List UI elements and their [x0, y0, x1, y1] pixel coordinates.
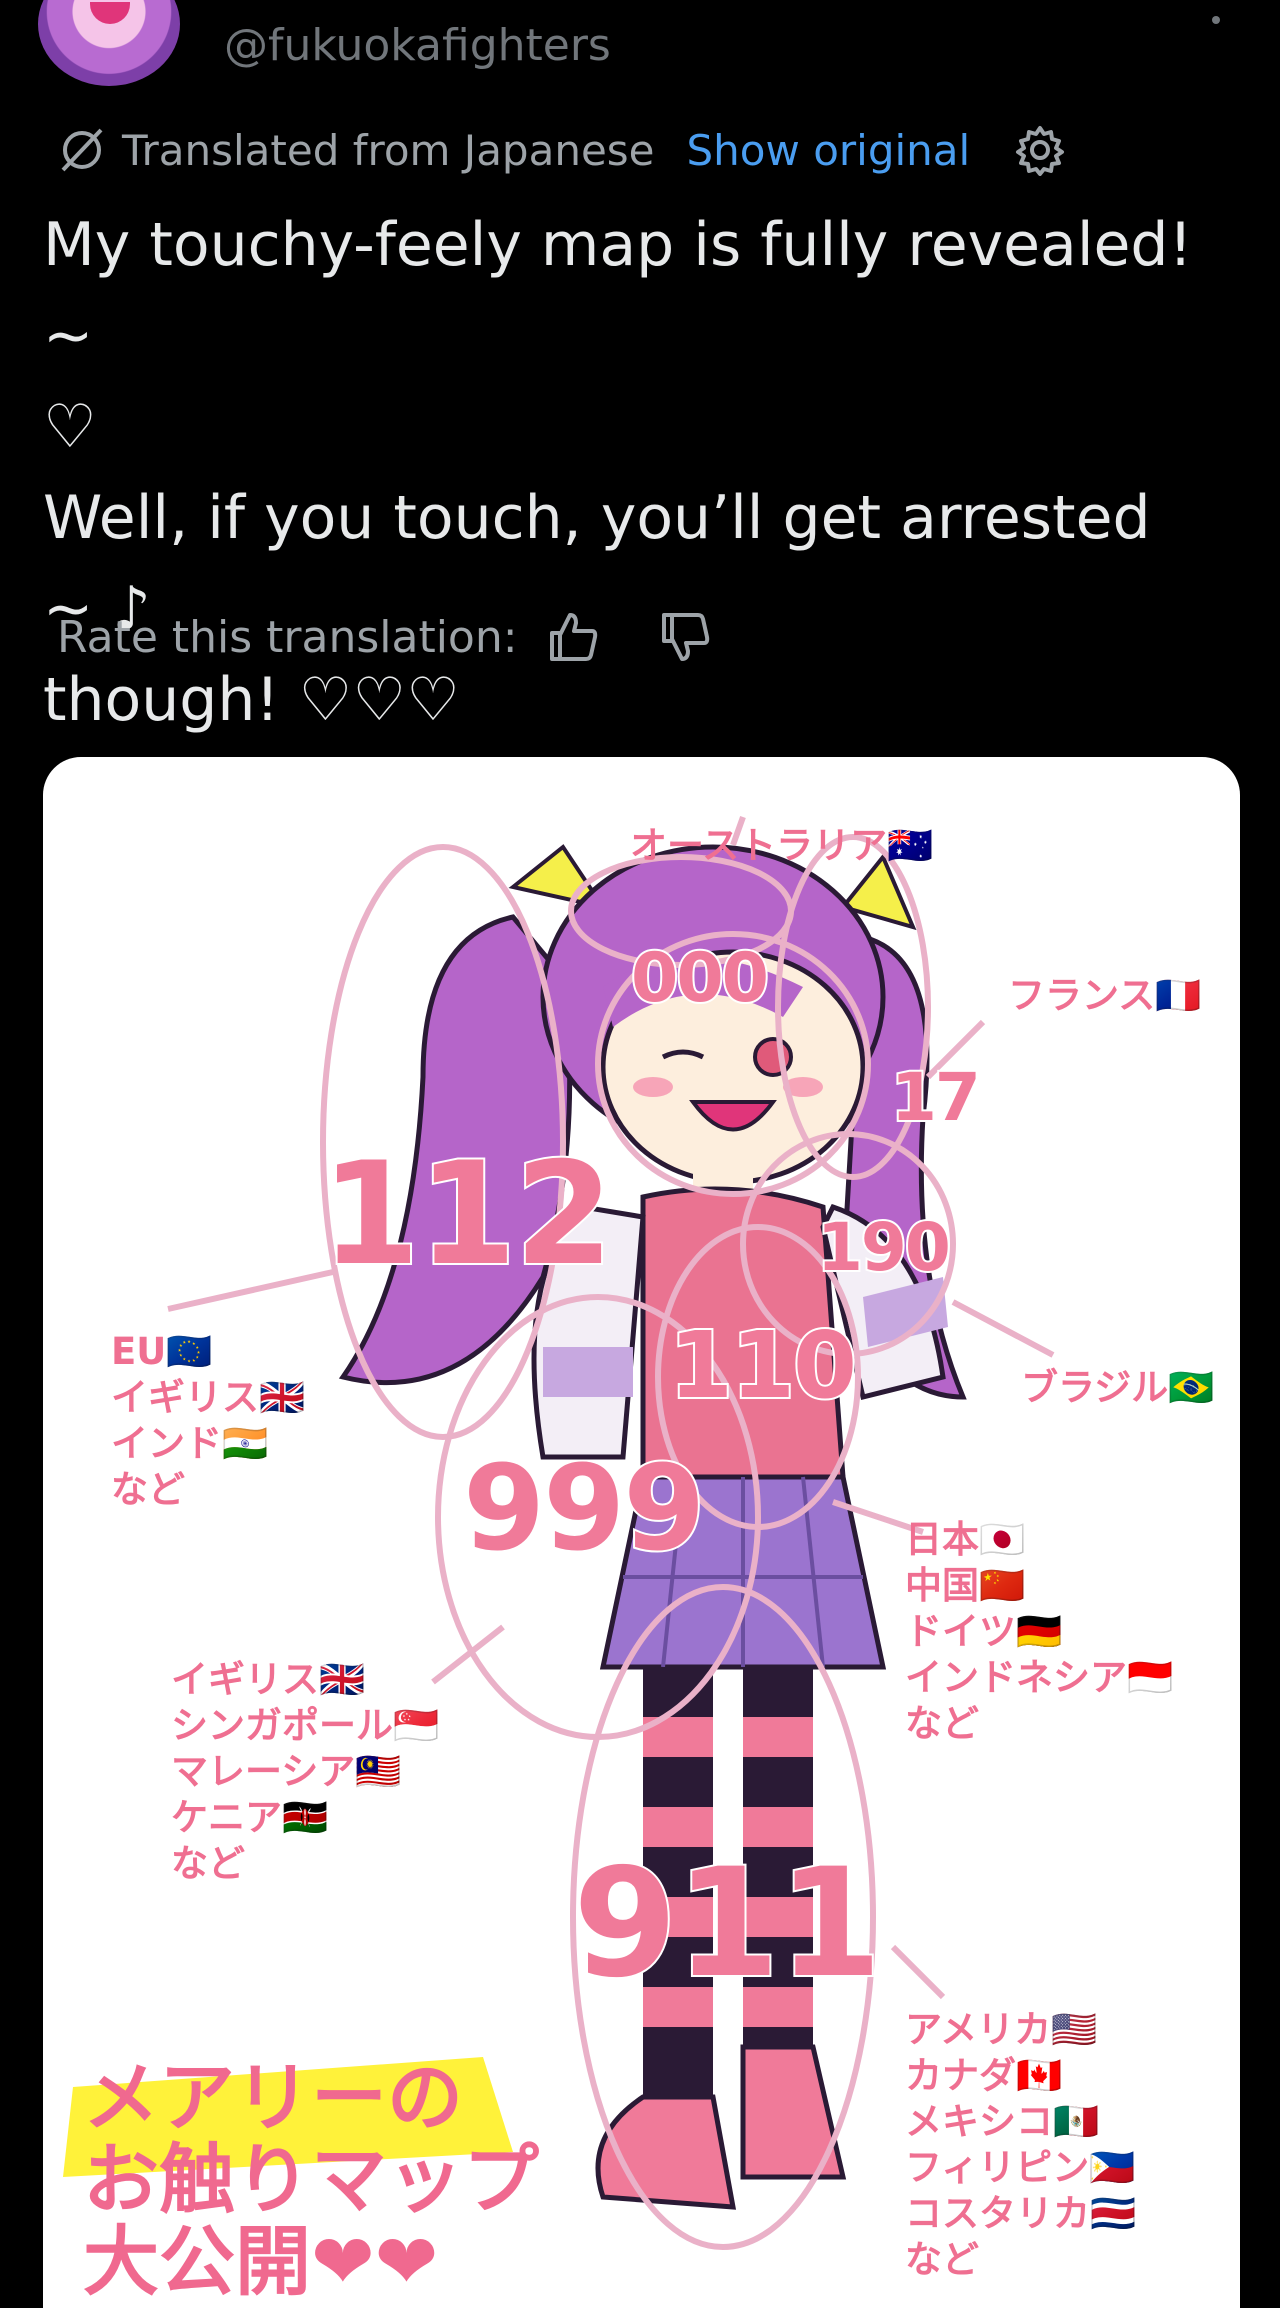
zone-number-17: 17: [889, 1057, 983, 1138]
zone-number-190: 190: [815, 1207, 953, 1288]
thumbs-down-icon[interactable]: [658, 609, 714, 665]
label-brazil: ブラジル🇧🇷: [1021, 1366, 1215, 1409]
label-group-999: イギリス🇬🇧 シンガポール🇸🇬 マレーシア🇲🇾 ケニア🇰🇪 など: [171, 1658, 440, 1885]
title-line-3: 大公開❤❤: [83, 2217, 439, 2306]
translation-bar: Translated from Japanese Show original: [58, 120, 1066, 180]
translated-from-label: Translated from Japanese: [122, 125, 655, 175]
zone-number-911: 911: [571, 1835, 884, 2013]
avatar[interactable]: [38, 0, 180, 86]
gear-icon[interactable]: [1014, 124, 1066, 176]
label-group-110: 日本🇯🇵 中国🇨🇳 ドイツ🇩🇪 インドネシア🇮🇩 など: [905, 1518, 1174, 1745]
more-options-icon[interactable]: [1212, 16, 1220, 24]
image-title: メアリーの お触りマップ 大公開❤❤: [83, 2057, 603, 2303]
zone-number-112: 112: [319, 1130, 615, 1299]
label-eu-group: EU🇪🇺 イギリス🇬🇧 インド🇮🇳 など: [111, 1330, 306, 1511]
show-original-link[interactable]: Show original: [687, 126, 971, 175]
user-handle[interactable]: @fukuokafighters: [224, 20, 611, 71]
zone-number-000: 000: [629, 937, 771, 1020]
rate-translation-row: Rate this translation:: [57, 602, 714, 672]
label-france: フランス🇫🇷: [1008, 974, 1202, 1017]
title-line-2: お触りマップ: [83, 2135, 539, 2224]
zone-number-110: 110: [667, 1310, 859, 1421]
label-group-911: アメリカ🇺🇸 カナダ🇨🇦 メキシコ🇲🇽 フィリピン🇵🇭 コスタリカ🇨🇷 など: [905, 2008, 1137, 2281]
zone-number-999: 999: [461, 1437, 707, 1579]
rate-translation-label: Rate this translation:: [57, 611, 518, 663]
title-line-1: メアリーの: [83, 2053, 463, 2142]
tweet-image[interactable]: 000 17 112 190 110 999 911 オーストラリア🇦🇺 フラン…: [43, 757, 1240, 2308]
translate-globe-icon: [61, 128, 103, 172]
avatar-face: [90, 2, 130, 24]
label-australia: オーストラリア🇦🇺: [630, 824, 934, 867]
thumbs-up-icon[interactable]: [546, 609, 602, 665]
